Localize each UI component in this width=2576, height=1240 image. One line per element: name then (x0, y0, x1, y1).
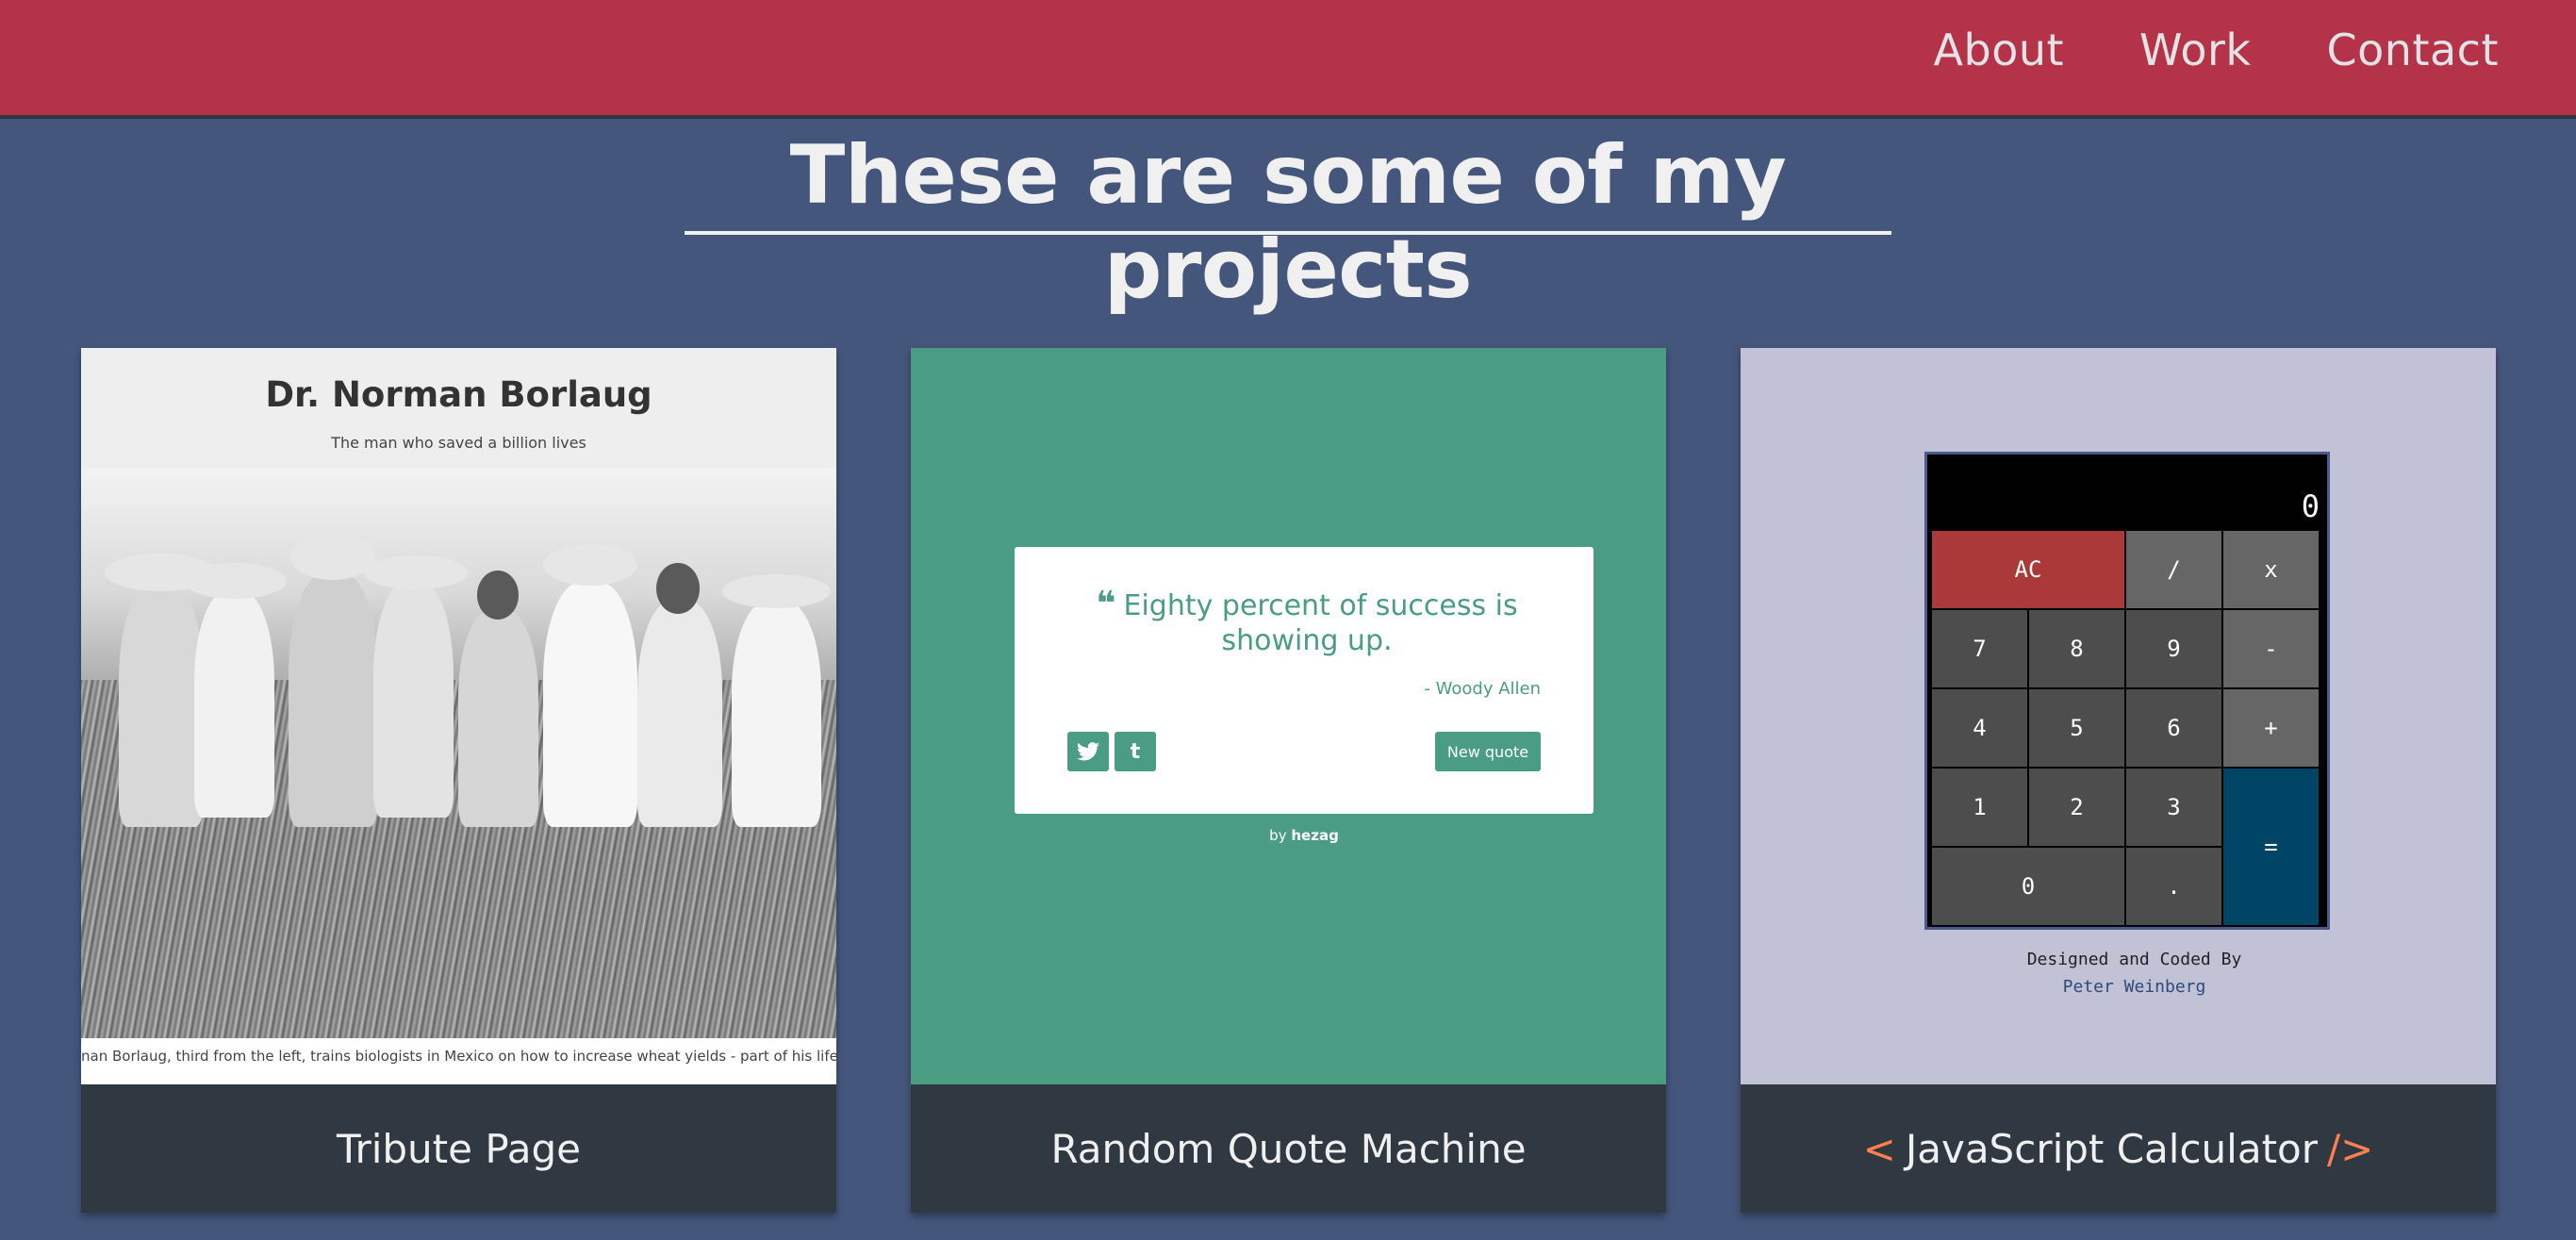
nav-link-work[interactable]: Work (2139, 25, 2251, 75)
tribute-preview: Dr. Norman Borlaug The man who saved a b… (81, 348, 836, 1084)
calculator-keypad: AC / x 7 8 9 - 4 5 6 + 1 2 3 = 0 . (1931, 530, 2323, 926)
calc-key-9[interactable]: 9 (2125, 609, 2222, 688)
credit-author-link[interactable]: Peter Weinberg (1741, 973, 2496, 1000)
calc-key-multiply[interactable]: x (2222, 530, 2320, 609)
credit-prefix: by (1269, 827, 1287, 844)
project-tile-tribute-page[interactable]: Dr. Norman Borlaug The man who saved a b… (81, 348, 836, 1213)
project-title-javascript-calculator: < JavaScript Calculator /> (1741, 1084, 2496, 1213)
person-figure (289, 572, 378, 827)
calc-key-2[interactable]: 2 (2028, 768, 2125, 847)
calculator: 0 AC / x 7 8 9 - 4 5 6 + 1 2 3 = 0 . (1924, 452, 2330, 930)
code-open-bracket-icon: < (1862, 1125, 1896, 1172)
person-figure (732, 601, 821, 827)
calc-key-7[interactable]: 7 (1931, 609, 2028, 688)
navbar: About Work Contact (0, 0, 2576, 119)
credit-author-link[interactable]: hezag (1291, 827, 1338, 844)
project-tile-random-quote-machine[interactable]: ❝ Eighty percent of success is showing up… (911, 348, 1666, 1213)
quote-text-content: Eighty percent of success is showing up. (1123, 589, 1518, 657)
person-figure (543, 582, 637, 827)
tribute-title: Dr. Norman Borlaug (265, 374, 652, 415)
calc-key-clear[interactable]: AC (1931, 530, 2125, 609)
project-title-text: JavaScript Calculator (1905, 1125, 2319, 1172)
face-shape (477, 570, 519, 620)
person-figure (637, 601, 722, 827)
project-tile-javascript-calculator[interactable]: 0 AC / x 7 8 9 - 4 5 6 + 1 2 3 = 0 . Des… (1741, 348, 2496, 1213)
twitter-icon (1077, 742, 1099, 761)
quote-icon: ❝ (1096, 585, 1116, 623)
credit-line: Designed and Coded By (2026, 950, 2242, 969)
code-close-bracket-icon: /> (2327, 1125, 2374, 1172)
quote-author: - Woody Allen (1424, 679, 1541, 699)
project-title-random-quote-machine: Random Quote Machine (911, 1084, 1666, 1213)
project-title-tribute-page: Tribute Page (81, 1084, 836, 1213)
new-quote-button[interactable]: New quote (1435, 732, 1541, 771)
calculator-credit: Designed and Coded By Peter Weinberg (1741, 946, 2496, 1000)
hat-shape (183, 563, 287, 599)
person-figure (119, 582, 204, 827)
calc-key-add[interactable]: + (2222, 688, 2320, 768)
calculator-preview: 0 AC / x 7 8 9 - 4 5 6 + 1 2 3 = 0 . Des… (1741, 348, 2496, 1084)
calc-key-0[interactable]: 0 (1931, 847, 2125, 926)
project-preview-calculator: 0 AC / x 7 8 9 - 4 5 6 + 1 2 3 = 0 . Des… (1741, 348, 2496, 1084)
nav-links: About Work Contact (1934, 25, 2499, 75)
hat-shape (722, 574, 831, 608)
calc-key-equals[interactable]: = (2222, 768, 2320, 926)
calc-key-6[interactable]: 6 (2125, 688, 2222, 768)
quote-credit: by hezag (911, 827, 1666, 844)
project-preview-quote: ❝ Eighty percent of success is showing up… (911, 348, 1666, 1084)
quote-text: ❝ Eighty percent of success is showing up… (1052, 587, 1561, 658)
person-figure (194, 591, 274, 818)
title-underline (685, 231, 1891, 235)
tribute-header: Dr. Norman Borlaug The man who saved a b… (81, 348, 836, 469)
tumblr-button[interactable]: t (1115, 732, 1156, 771)
projects-section-title: These are some of my projects (789, 128, 1787, 317)
tribute-image-caption: nan Borlaug, third from the left, trains… (81, 1048, 836, 1065)
calc-key-5[interactable]: 5 (2028, 688, 2125, 768)
tribute-photo (81, 469, 836, 1038)
calc-key-4[interactable]: 4 (1931, 688, 2028, 768)
calculator-display: 0 (2301, 488, 2320, 524)
calc-key-decimal[interactable]: . (2125, 847, 2222, 926)
tweet-button[interactable] (1067, 732, 1109, 771)
calc-key-1[interactable]: 1 (1931, 768, 2028, 847)
hat-shape (543, 544, 637, 586)
project-preview-tribute: Dr. Norman Borlaug The man who saved a b… (81, 348, 836, 1084)
face-shape (656, 563, 700, 614)
tribute-subtitle: The man who saved a billion lives (331, 434, 586, 452)
hat-shape (364, 555, 468, 589)
quote-preview: ❝ Eighty percent of success is showing up… (911, 348, 1666, 1084)
nav-link-about[interactable]: About (1934, 25, 2065, 75)
nav-link-contact[interactable]: Contact (2327, 25, 2499, 75)
person-figure (373, 582, 454, 818)
hat-shape (290, 533, 375, 580)
calc-key-subtract[interactable]: - (2222, 609, 2320, 688)
person-figure (458, 610, 538, 827)
calc-key-divide[interactable]: / (2125, 530, 2222, 609)
calc-key-3[interactable]: 3 (2125, 768, 2222, 847)
quote-box: ❝ Eighty percent of success is showing up… (1015, 547, 1593, 814)
tumblr-icon: t (1130, 739, 1141, 764)
calc-key-8[interactable]: 8 (2028, 609, 2125, 688)
